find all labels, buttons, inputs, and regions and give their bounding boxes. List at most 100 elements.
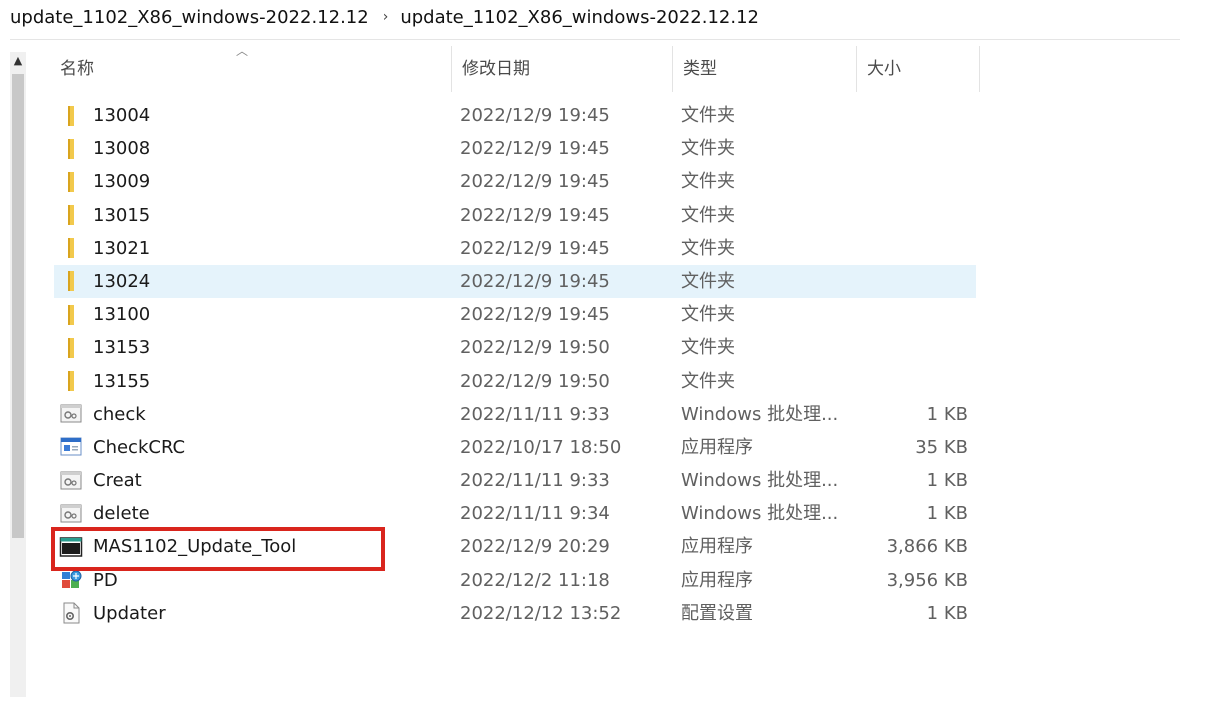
file-date: 2022/11/11 9:33 (460, 470, 610, 492)
file-size: 1 KB (926, 403, 968, 425)
column-header-date-label: 修改日期 (462, 59, 530, 79)
file-date: 2022/12/9 20:29 (460, 536, 610, 558)
file-row-13024[interactable]: 13024 2022/12/9 19:45 文件夹 (54, 264, 976, 299)
file-type: Windows 批处理... (681, 403, 839, 425)
file-list: 13004 2022/12/9 19:45 文件夹 13008 2022/12/9 19… (54, 99, 976, 630)
file-name-cell[interactable]: Creat (59, 464, 439, 497)
file-name-cell[interactable]: 13100 (59, 298, 439, 331)
file-name-cell[interactable]: 13015 (59, 199, 439, 232)
folder-icon (59, 170, 83, 194)
file-name-cell[interactable]: MAS1102_Update_Tool (59, 530, 439, 563)
folder-icon (59, 303, 83, 327)
file-date: 2022/12/9 19:45 (460, 171, 610, 193)
file-row-Creat[interactable]: Creat 2022/11/11 9:33 Windows 批处理... 1 KB (54, 464, 976, 497)
file-name: check (93, 403, 146, 425)
column-header-name-label: 名称 (60, 59, 94, 79)
file-name-cell[interactable]: 13004 (59, 99, 439, 132)
scrollbar-thumb[interactable] (12, 74, 24, 538)
column-header-row: ︿ 名称 修改日期 类型 大小 (50, 44, 980, 92)
file-name: Creat (93, 470, 142, 492)
file-name: 13100 (93, 304, 151, 326)
folder-icon (59, 203, 83, 227)
file-name-cell[interactable]: 13008 (59, 132, 439, 165)
file-name-cell[interactable]: delete (59, 497, 439, 530)
breadcrumb-item-current[interactable]: update_1102_X86_windows-2022.12.12 (400, 7, 759, 28)
file-type: 配置设置 (681, 602, 753, 624)
folder-icon (59, 269, 83, 293)
file-type: Windows 批处理... (681, 470, 839, 492)
batch-file-icon (59, 502, 83, 526)
file-type: 文件夹 (681, 304, 735, 326)
file-name: delete (93, 503, 150, 525)
file-name: 13009 (93, 171, 151, 193)
file-size: 3,866 KB (886, 536, 968, 558)
file-row-CheckCRC[interactable]: CheckCRC 2022/10/17 18:50 应用程序 35 KB (54, 431, 976, 464)
column-header-name[interactable]: ︿ 名称 (50, 44, 452, 92)
file-name: Updater (93, 602, 166, 624)
file-row-delete[interactable]: delete 2022/11/11 9:34 Windows 批处理... 1 KB (54, 497, 976, 530)
scroll-up-arrow-icon[interactable]: ▲ (10, 52, 26, 70)
file-size (844, 365, 968, 398)
file-size: 1 KB (926, 503, 968, 525)
file-name-cell[interactable]: 13021 (59, 232, 439, 265)
column-header-type[interactable]: 类型 (673, 46, 857, 92)
file-name-cell[interactable]: Updater (59, 597, 439, 630)
file-date: 2022/12/9 19:45 (460, 304, 610, 326)
file-size: 35 KB (915, 436, 968, 458)
file-size (844, 165, 968, 198)
config-file-icon (59, 601, 83, 625)
file-date: 2022/12/9 19:45 (460, 237, 610, 259)
file-size: 1 KB (926, 602, 968, 624)
file-name: CheckCRC (93, 436, 186, 458)
file-row-13021[interactable]: 13021 2022/12/9 19:45 文件夹 (54, 232, 976, 265)
file-date: 2022/12/9 19:45 (460, 105, 610, 126)
file-row-13100[interactable]: 13100 2022/12/9 19:45 文件夹 (54, 298, 976, 331)
file-name-cell[interactable]: 13009 (59, 165, 439, 198)
file-date: 2022/10/17 18:50 (460, 436, 622, 458)
column-header-date[interactable]: 修改日期 (452, 46, 673, 92)
file-type: 应用程序 (681, 436, 753, 458)
file-row-13004[interactable]: 13004 2022/12/9 19:45 文件夹 (54, 99, 976, 132)
file-type: 文件夹 (681, 171, 735, 193)
file-row-13155[interactable]: 13155 2022/12/9 19:50 文件夹 (54, 365, 976, 398)
file-type: 文件夹 (681, 204, 735, 226)
column-header-size[interactable]: 大小 (857, 46, 980, 92)
folder-icon (59, 369, 83, 393)
file-row-13015[interactable]: 13015 2022/12/9 19:45 文件夹 (54, 199, 976, 232)
file-name-cell[interactable]: 13155 (59, 365, 439, 398)
file-name: 13015 (93, 204, 151, 226)
file-name: 13153 (93, 337, 151, 359)
vertical-scrollbar[interactable]: ▲ (10, 52, 26, 697)
file-type: 应用程序 (681, 536, 753, 558)
file-type: 文件夹 (681, 370, 735, 392)
file-type: 文件夹 (681, 270, 735, 292)
file-date: 2022/12/9 19:45 (460, 270, 610, 292)
file-row-13153[interactable]: 13153 2022/12/9 19:50 文件夹 (54, 331, 976, 364)
file-row-check[interactable]: check 2022/11/11 9:33 Windows 批处理... 1 KB (54, 398, 976, 431)
file-size (844, 265, 968, 298)
breadcrumb-item-parent[interactable]: update_1102_X86_windows-2022.12.12 (10, 7, 369, 28)
chevron-right-icon[interactable]: › (383, 9, 389, 25)
file-date: 2022/12/9 19:45 (460, 138, 610, 160)
file-row-13008[interactable]: 13008 2022/12/9 19:45 文件夹 (54, 132, 976, 165)
folder-icon (59, 137, 83, 161)
file-type: Windows 批处理... (681, 503, 839, 525)
file-date: 2022/12/9 19:50 (460, 370, 610, 392)
breadcrumb: update_1102_X86_windows-2022.12.12 › upd… (10, 4, 759, 30)
file-name-cell[interactable]: 13153 (59, 331, 439, 364)
file-row-PD[interactable]: PD 2022/12/2 11:18 应用程序 3,956 KB (54, 564, 976, 597)
file-name-cell[interactable]: 13024 (59, 265, 439, 298)
file-size (844, 132, 968, 165)
folder-icon (59, 336, 83, 360)
file-size: 3,956 KB (886, 569, 968, 591)
file-row-Updater[interactable]: Updater 2022/12/12 13:52 配置设置 1 KB (54, 597, 976, 630)
file-name-cell[interactable]: CheckCRC (59, 431, 439, 464)
file-row-MAS1102_Update_Tool[interactable]: MAS1102_Update_Tool 2022/12/9 20:29 应用程序 3,… (54, 530, 976, 563)
file-row-13009[interactable]: 13009 2022/12/9 19:45 文件夹 (54, 165, 976, 198)
file-size: 1 KB (926, 470, 968, 492)
folder-icon (59, 104, 83, 128)
file-type: 文件夹 (681, 105, 735, 126)
file-name-cell[interactable]: check (59, 398, 439, 431)
file-name-cell[interactable]: PD (59, 564, 439, 597)
file-date: 2022/11/11 9:33 (460, 403, 610, 425)
